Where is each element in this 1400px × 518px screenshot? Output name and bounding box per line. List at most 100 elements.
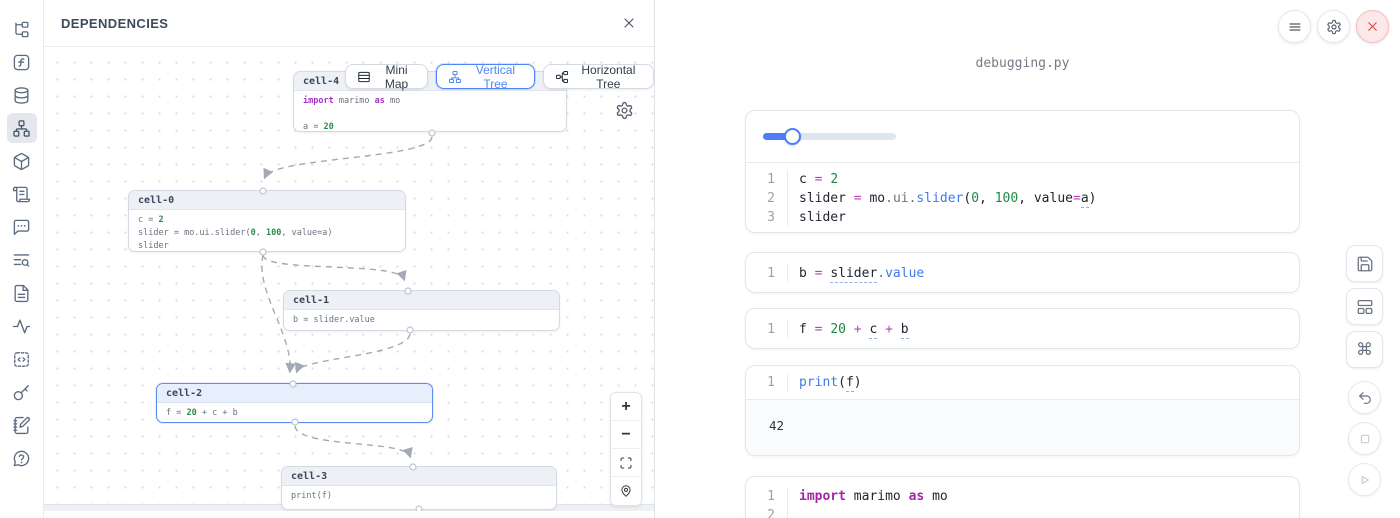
layout-button[interactable] [1346, 288, 1383, 325]
notebook-area: debugging.py 1c = 2 2slider = mo.ui.slid… [656, 0, 1400, 518]
notebook-settings-button[interactable] [1317, 10, 1350, 43]
undo-button[interactable] [1348, 381, 1381, 414]
chat-bubble-icon [12, 218, 31, 237]
undo-icon [1357, 390, 1373, 406]
sidebar-item-documentation[interactable] [7, 278, 37, 308]
cell-output-slider [746, 111, 1299, 163]
shutdown-button[interactable] [1356, 10, 1389, 43]
locate-button[interactable] [611, 477, 641, 505]
dependencies-title: DEPENDENCIES [61, 16, 168, 31]
node-code-line: f = 20 + c + b [166, 407, 423, 420]
notebook-cell[interactable]: 1c = 2 2slider = mo.ui.slider(0, 100, va… [745, 110, 1300, 233]
sidebar-item-file-tree[interactable] [7, 14, 37, 44]
horizontal-tree-icon [555, 70, 569, 84]
node-code-line: print(f) [291, 490, 547, 503]
sidebar-item-packages[interactable] [7, 146, 37, 176]
zoom-out-button[interactable]: − [611, 421, 641, 449]
notebook-cell[interactable]: 1import marimo as mo 2 [745, 476, 1300, 518]
cell-code-editor[interactable]: 1f = 20 + c + b [746, 309, 1299, 349]
node-code-line: slider = mo.ui.slider(0, 100, value=a) [138, 227, 396, 240]
node-code-line: c = 2 [138, 214, 396, 227]
map-pin-icon [619, 484, 633, 498]
graph-zoom-controls: + − [610, 392, 642, 506]
close-x-icon [1365, 19, 1380, 34]
line-number: 1 [746, 170, 788, 189]
run-button[interactable] [1348, 463, 1381, 496]
code-line: import marimo as mo [788, 487, 948, 506]
zoom-in-button[interactable]: + [611, 393, 641, 421]
sidebar-item-help[interactable] [7, 443, 37, 473]
key-icon [12, 383, 31, 402]
dependencies-header: DEPENDENCIES [44, 0, 654, 47]
stop-button[interactable] [1348, 422, 1381, 455]
sidebar-item-scratchpad[interactable] [7, 410, 37, 440]
notebook-menu-button[interactable] [1278, 10, 1311, 43]
graph-view-toolbar: Mini Map Vertical Tree Horizontal Tree [345, 64, 654, 89]
notebook-filename[interactable]: debugging.py [745, 56, 1300, 71]
fit-view-icon [619, 456, 633, 470]
cell-code-editor[interactable]: 1print(f) [746, 366, 1299, 399]
command-icon: ⌘ [1356, 340, 1373, 360]
slider-widget[interactable] [763, 133, 896, 140]
dependency-graph-canvas[interactable]: cell-4 import marimo as mo a = 20 cell-0… [44, 47, 654, 511]
slider-thumb[interactable] [784, 128, 801, 145]
fit-view-button[interactable] [611, 449, 641, 477]
help-circle-icon [12, 449, 31, 468]
node-title: cell-0 [129, 191, 405, 210]
sidebar-item-logs[interactable] [7, 179, 37, 209]
gear-icon [615, 101, 634, 120]
scroll-icon [12, 185, 31, 204]
graph-settings-button[interactable] [615, 101, 634, 120]
line-number: 2 [746, 506, 788, 518]
stop-icon [1357, 431, 1373, 447]
database-icon [12, 86, 31, 105]
package-icon [12, 152, 31, 171]
sidebar-item-secrets[interactable] [7, 377, 37, 407]
code-line: print(f) [788, 373, 862, 392]
node-code-line [303, 108, 557, 121]
close-panel-button[interactable] [621, 15, 637, 31]
hamburger-menu-icon [1287, 19, 1303, 35]
cell-code-editor[interactable]: 1import marimo as mo 2 [746, 477, 1299, 518]
line-number: 1 [746, 487, 788, 506]
code-line: c = 2 [788, 170, 838, 189]
graph-node-cell-1[interactable]: cell-1 b = slider.value [283, 290, 560, 331]
file-text-icon [12, 284, 31, 303]
sidebar-item-tracing[interactable] [7, 311, 37, 341]
sidebar-item-datasources[interactable] [7, 80, 37, 110]
function-square-icon [12, 53, 31, 72]
sidebar-item-snippets[interactable] [7, 344, 37, 374]
command-palette-button[interactable]: ⌘ [1346, 331, 1383, 368]
code-line: b = slider.value [788, 264, 924, 283]
node-code-line: slider [138, 240, 396, 252]
graph-node-cell-3[interactable]: cell-3 print(f) [281, 466, 557, 510]
code-line: f = 20 + c + b [788, 320, 909, 339]
line-number: 3 [746, 208, 788, 227]
sidebar-item-search[interactable] [7, 245, 37, 275]
dependencies-panel: DEPENDENCIES [44, 0, 655, 518]
play-icon [1357, 472, 1373, 488]
cell-console-output: 42 [746, 399, 1299, 456]
graph-node-cell-0[interactable]: cell-0 c = 2 slider = mo.ui.slider(0, 10… [128, 190, 406, 252]
sidebar-item-dependencies[interactable] [7, 113, 37, 143]
sidebar-item-functions[interactable] [7, 47, 37, 77]
cell-code-editor[interactable]: 1c = 2 2slider = mo.ui.slider(0, 100, va… [746, 163, 1299, 233]
sidebar-item-chat[interactable] [7, 212, 37, 242]
save-button[interactable] [1346, 245, 1383, 282]
minimap-icon [357, 70, 371, 84]
horizontal-tree-button[interactable]: Horizontal Tree [543, 64, 654, 89]
graph-node-cell-2[interactable]: cell-2 f = 20 + c + b [156, 383, 433, 423]
minimap-button[interactable]: Mini Map [345, 64, 428, 89]
cell-code-editor[interactable]: 1b = slider.value [746, 253, 1299, 293]
vertical-tree-button[interactable]: Vertical Tree [436, 64, 535, 89]
layout-panel-icon [1356, 298, 1374, 316]
code-snippet-icon [12, 350, 31, 369]
node-title: cell-2 [157, 384, 432, 403]
notebook-pen-icon [12, 416, 31, 435]
code-line [788, 506, 799, 518]
notebook-cell[interactable]: 1print(f) 42 [745, 365, 1300, 456]
notebook-cell[interactable]: 1f = 20 + c + b [745, 308, 1300, 349]
text-search-icon [12, 251, 31, 270]
notebook-cell[interactable]: 1b = slider.value [745, 252, 1300, 293]
panel-icon-rail [0, 0, 44, 518]
